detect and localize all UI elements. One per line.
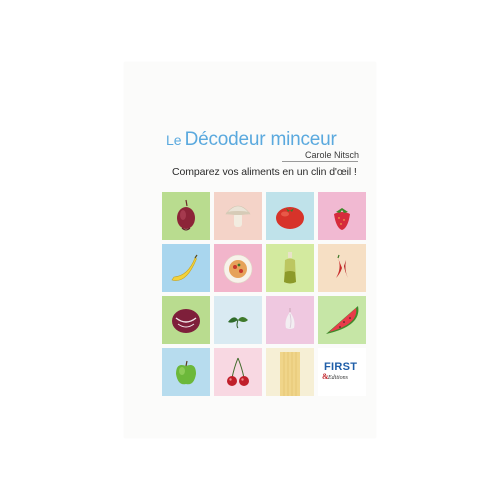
subtitle: Comparez vos aliments en un clin d'œil ! [172, 166, 357, 178]
watermelon-icon [326, 306, 359, 334]
radicchio-icon [172, 309, 200, 333]
publisher-suffix: Editions [328, 375, 349, 381]
food-grid: FIRST & Editions [162, 192, 366, 396]
title-prefix: Le [166, 132, 182, 148]
tile-chili-pepper [318, 244, 366, 292]
tile-banana [162, 244, 210, 292]
tile-garlic [266, 296, 314, 344]
book-title: Le Décodeur minceur [166, 118, 337, 150]
cherries-icon [227, 357, 249, 386]
strawberry-icon [334, 208, 350, 230]
chili-pepper-icon [336, 254, 348, 278]
spaghetti-icon [280, 352, 300, 396]
tile-mushroom [214, 192, 262, 240]
tile-pasta-plate [214, 244, 262, 292]
apple-icon [176, 360, 196, 385]
author-name: Carole Nitsch [305, 150, 360, 160]
tomato-icon [276, 207, 304, 229]
tile-onion [162, 192, 210, 240]
basil-icon [228, 317, 248, 329]
tile-cherries [214, 348, 262, 396]
tile-publisher-logo: FIRST & Editions [318, 348, 366, 396]
oil-bottle-icon [284, 252, 296, 284]
garlic-icon [285, 308, 295, 329]
tile-oil-bottle [266, 244, 314, 292]
tile-watermelon [318, 296, 366, 344]
tile-tomato [266, 192, 314, 240]
mushroom-icon [225, 205, 251, 227]
tile-apple [162, 348, 210, 396]
tile-spaghetti [266, 348, 314, 396]
tile-basil [214, 296, 262, 344]
tile-strawberry [318, 192, 366, 240]
page: Le Décodeur minceur Carole Nitsch Compare… [0, 0, 500, 500]
pasta-plate-icon [223, 254, 253, 284]
title-main: Décodeur minceur [184, 129, 337, 150]
tile-radicchio [162, 296, 210, 344]
onion-icon [177, 199, 195, 231]
publisher-logo: FIRST & Editions [322, 360, 362, 386]
book-cover: Le Décodeur minceur Carole Nitsch Compare… [124, 62, 376, 438]
banana-icon [171, 254, 198, 281]
author-divider [282, 161, 358, 162]
